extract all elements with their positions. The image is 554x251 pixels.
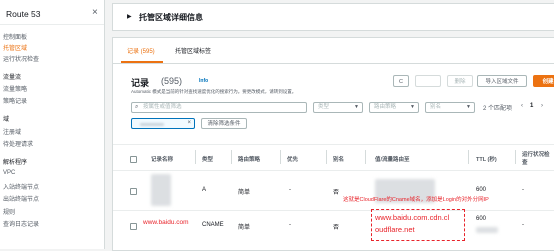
tab-zone-tags[interactable]: 托管区域标签: [175, 46, 211, 55]
record-ttl: 600: [476, 187, 487, 193]
nav-section-traffic-flow: 流量流: [3, 75, 22, 81]
redacted-ttl-detail: [476, 227, 498, 233]
record-alias: 否: [333, 225, 340, 231]
tab-records[interactable]: 记录 (595): [127, 46, 155, 55]
nav-hosted-zones[interactable]: 托管区域: [3, 43, 27, 52]
alias-filter-select[interactable]: 别名 ▼: [425, 102, 475, 113]
records-count: (595): [161, 76, 183, 86]
column-divider: [365, 150, 366, 164]
column-header-value[interactable]: 值/流量路由至: [375, 155, 410, 163]
record-health-check: -: [522, 222, 524, 228]
import-zone-file-button[interactable]: 导入区域文件: [477, 75, 527, 87]
close-icon[interactable]: ×: [187, 120, 191, 126]
app-title: Route 53: [6, 9, 41, 19]
delete-button[interactable]: 删除: [447, 75, 473, 87]
column-divider: [515, 150, 516, 164]
nav-query-logging[interactable]: 查询日志记录: [3, 219, 39, 228]
record-differentiator: -: [289, 187, 291, 193]
nav-rules[interactable]: 规则: [3, 207, 15, 216]
info-link[interactable]: Info: [199, 78, 208, 84]
row-divider: [113, 210, 554, 211]
filter-token[interactable]: ×: [131, 118, 195, 129]
search-icon: ⌕: [135, 104, 139, 110]
column-divider: [195, 150, 196, 164]
sidebar: Route 53 × 控制面板 托管区域 运行状况检查 流量流 流量策略 策略记…: [0, 0, 105, 249]
column-header-health-check[interactable]: 运行状况检查: [522, 151, 550, 167]
column-header-differentiator[interactable]: 优先: [287, 155, 298, 163]
tab-bar: 记录 (595) 托管区域标签: [112, 37, 554, 64]
column-header-name[interactable]: 记录名称: [151, 155, 173, 163]
type-filter-select[interactable]: 类型 ▼: [313, 102, 363, 113]
select-all-checkbox[interactable]: [130, 156, 137, 163]
record-value-line1: www.baidu.com.cdn.cl: [375, 213, 450, 222]
redacted-filter-value: [140, 123, 164, 126]
redacted-record-name: [151, 174, 171, 206]
column-divider: [280, 150, 281, 164]
record-differentiator: -: [289, 222, 291, 228]
clear-filters-button[interactable]: 清除筛选条件: [201, 118, 247, 129]
search-mode-note: Automatic 模式是当前的针对查找速度优化的搜索行为。要更改模式，请转到设…: [131, 89, 297, 94]
nav-inbound-endpoints[interactable]: 入站终端节点: [3, 182, 39, 191]
records-title: 记录: [131, 78, 150, 88]
nav-registered-domains[interactable]: 注册域: [3, 127, 21, 136]
record-routing-policy: 简单: [238, 225, 251, 231]
details-heading: 托管区域详细信息: [139, 13, 203, 22]
record-type: A: [202, 187, 207, 193]
chevron-down-icon: ▼: [410, 104, 415, 110]
nav-traffic-policies[interactable]: 流量策略: [3, 84, 27, 93]
annotation-note: 这就是CloudFlare的Cname域名，添加是Login的对外分网IP: [343, 197, 489, 203]
match-count: 2 个匹配项: [483, 106, 513, 112]
header-bottom-border: [113, 170, 554, 171]
nav-section-resolver: 解析程序: [3, 160, 28, 166]
page-number[interactable]: 1: [530, 103, 533, 109]
routing-policy-filter-select[interactable]: 路由策略 ▼: [369, 102, 419, 113]
next-page-icon[interactable]: ›: [541, 103, 543, 109]
record-health-check: -: [522, 187, 524, 193]
record-name[interactable]: www.baidu.com: [143, 219, 189, 226]
edit-button[interactable]: [415, 75, 441, 87]
nav-outbound-endpoints[interactable]: 出站终端节点: [3, 194, 39, 203]
search-input[interactable]: ⌕ 按属性或值筛选: [131, 102, 307, 113]
row-checkbox[interactable]: [130, 223, 137, 230]
divider: [0, 24, 104, 25]
record-type: CNAME: [202, 222, 224, 228]
refresh-icon: C: [399, 79, 403, 85]
nav-policy-records[interactable]: 策略记录: [3, 96, 27, 105]
column-divider: [326, 150, 327, 164]
create-record-button[interactable]: 创建: [533, 75, 554, 87]
column-header-ttl[interactable]: TTL (秒): [476, 155, 497, 163]
column-header-alias[interactable]: 别名: [333, 155, 344, 163]
chevron-down-icon: ▼: [466, 104, 471, 110]
nav-health-checks[interactable]: 运行状况检查: [3, 54, 39, 63]
nav-pending-requests[interactable]: 待处理请求: [3, 139, 33, 148]
column-divider: [468, 150, 469, 164]
record-alias: 否: [333, 190, 340, 196]
column-header-type[interactable]: 类型: [202, 155, 213, 163]
nav-section-domains: 域: [3, 117, 10, 123]
nav-vpc[interactable]: VPC: [3, 170, 15, 176]
prev-page-icon[interactable]: ‹: [521, 103, 523, 109]
record-value-line2: oudflare.net: [375, 225, 415, 234]
record-ttl: 600: [476, 216, 487, 222]
details-panel[interactable]: ▶ 托管区域详细信息: [112, 3, 554, 31]
column-divider: [231, 150, 232, 164]
chevron-down-icon: ▼: [354, 104, 359, 110]
records-panel: 记录 (595) Info Automatic 模式是当前的针对查找速度优化的搜…: [112, 63, 554, 251]
refresh-button[interactable]: C: [393, 75, 409, 87]
record-routing-policy: 简单: [238, 190, 251, 196]
table-top-border: [113, 144, 554, 145]
main-content: ▶ 托管区域详细信息 记录 (595) 托管区域标签 记录 (595) Info…: [112, 0, 554, 251]
expand-triangle-icon[interactable]: ▶: [127, 13, 132, 20]
nav-dashboard[interactable]: 控制面板: [3, 32, 27, 41]
row-checkbox[interactable]: [130, 188, 137, 195]
column-header-routing-policy[interactable]: 路由策略: [238, 155, 260, 163]
close-icon[interactable]: ×: [92, 7, 98, 18]
